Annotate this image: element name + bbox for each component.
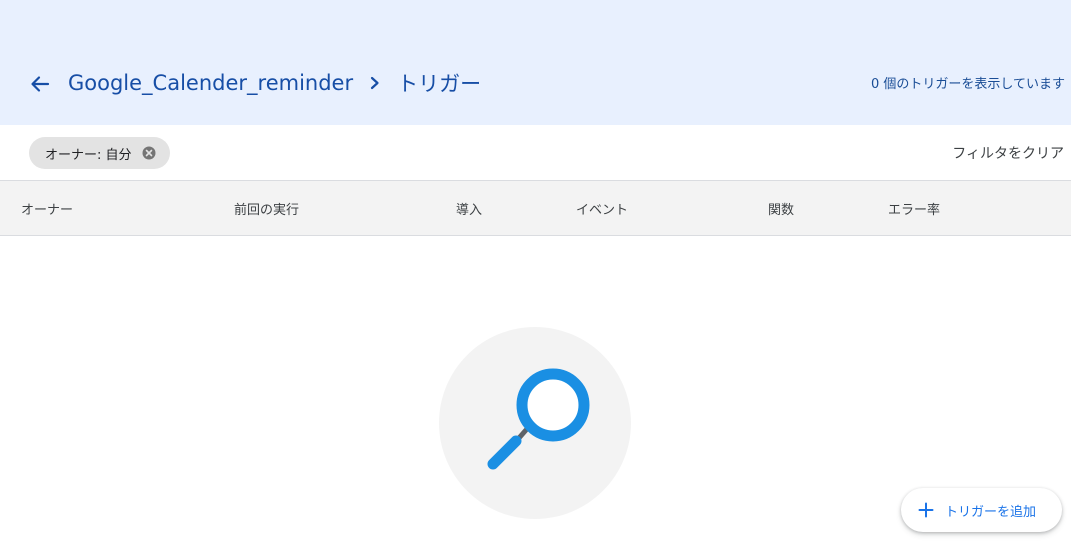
- column-header-event[interactable]: イベント: [576, 199, 628, 218]
- close-circle-icon[interactable]: [142, 146, 156, 160]
- owner-filter-chip[interactable]: オーナー: 自分: [29, 137, 170, 169]
- trigger-count-text: 0 個のトリガーを表示しています: [870, 77, 1065, 92]
- filter-bar: オーナー: 自分 フィルタをクリア: [0, 125, 1071, 181]
- plus-icon: [915, 499, 937, 521]
- column-header-owner[interactable]: オーナー: [21, 199, 73, 218]
- back-arrow-icon[interactable]: [26, 70, 54, 98]
- add-trigger-label: トリガーを追加: [945, 504, 1037, 520]
- magnifier-icon: [487, 368, 590, 470]
- page-header: Google_Calender_reminder トリガー 0 個のトリガーを表…: [0, 0, 1071, 125]
- page-title: トリガー: [397, 72, 482, 96]
- column-header-last-run[interactable]: 前回の実行: [234, 199, 299, 218]
- breadcrumb: Google_Calender_reminder トリガー: [68, 66, 481, 100]
- add-trigger-button[interactable]: トリガーを追加: [901, 488, 1062, 532]
- empty-state-illustration: [439, 327, 631, 519]
- owner-filter-chip-label: オーナー: 自分: [45, 147, 132, 163]
- column-header-function[interactable]: 関数: [768, 199, 794, 218]
- column-header-deployment[interactable]: 導入: [456, 199, 482, 218]
- breadcrumb-project-link[interactable]: Google_Calender_reminder: [68, 71, 353, 95]
- chevron-right-icon: [353, 66, 397, 100]
- table-header: オーナー 前回の実行 導入 イベント 関数 エラー率: [0, 180, 1071, 236]
- column-header-error-rate[interactable]: エラー率: [888, 199, 940, 218]
- clear-filter-button[interactable]: フィルタをクリア: [952, 143, 1064, 163]
